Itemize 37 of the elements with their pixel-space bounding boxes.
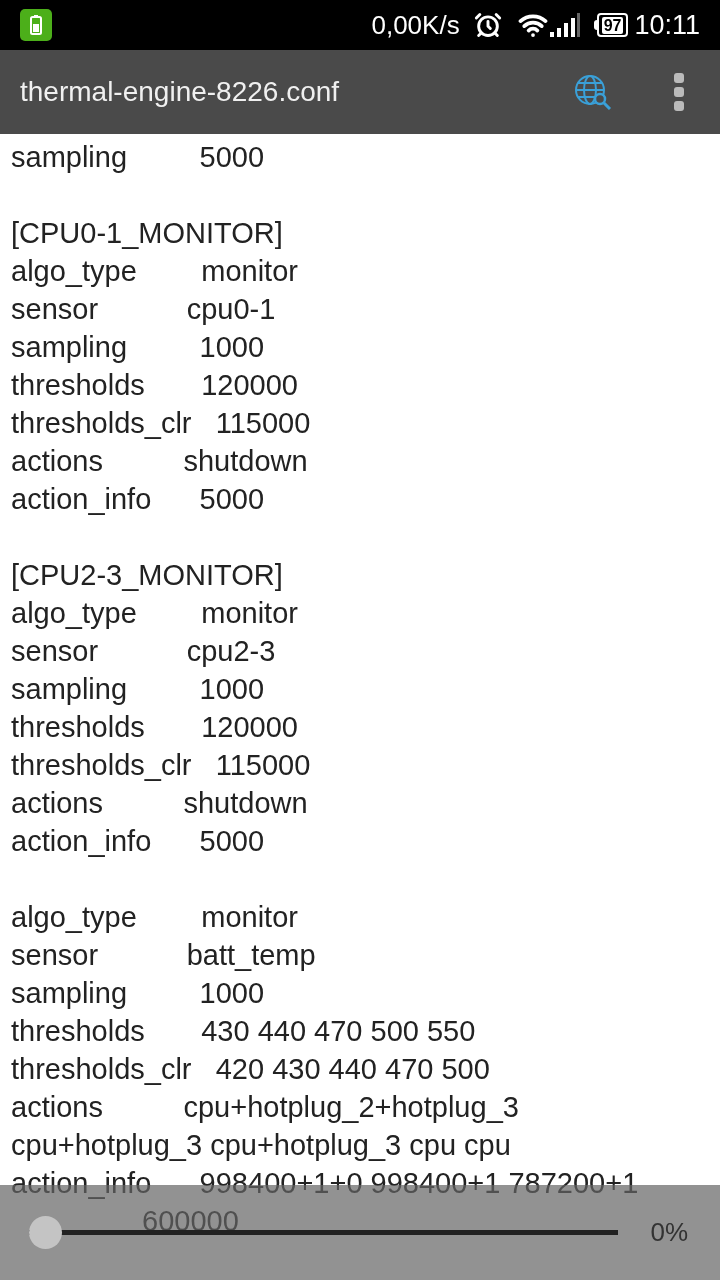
- clock-time: 10:11: [634, 8, 700, 42]
- text-line: actions shutdown: [11, 445, 308, 477]
- text-line: sensor cpu0-1: [11, 293, 276, 325]
- text-line: action_info 5000: [11, 483, 265, 515]
- text-line: thresholds 120000: [11, 369, 298, 401]
- battery-level: 97: [601, 16, 624, 34]
- text-line: action_info 998400+1+0 998400+1 787200+1: [11, 1167, 639, 1199]
- text-line: algo_type monitor: [11, 901, 298, 933]
- text-line: thresholds 430 440 470 500 550: [11, 1015, 476, 1047]
- text-line: cpu+hotplug_3 cpu+hotplug_3 cpu cpu: [11, 1129, 511, 1161]
- text-line: algo_type monitor: [11, 597, 298, 629]
- signal-icon: [549, 13, 580, 37]
- text-line: sensor batt_temp: [11, 939, 316, 971]
- text-line: thresholds_clr 115000: [11, 749, 311, 781]
- globe-search-icon[interactable]: [574, 74, 612, 110]
- text-line: sensor cpu2-3: [11, 635, 276, 667]
- text-line: [CPU0-1_MONITOR]: [11, 217, 283, 249]
- window-title: thermal-engine-8226.conf: [20, 75, 341, 109]
- battery-app-icon[interactable]: [20, 9, 52, 41]
- text-line: 600000: [142, 1205, 239, 1237]
- text-line: sampling 1000: [11, 673, 265, 705]
- slider-thumb[interactable]: [29, 1216, 62, 1249]
- slider-reading: 0%: [650, 1216, 688, 1249]
- text-line: action_info 5000: [11, 825, 265, 857]
- text-line: [CPU2-3_MONITOR]: [11, 559, 283, 591]
- network-speed: 0,00K/s: [371, 8, 460, 42]
- text-line: actions cpu+hotplug_2+hotplug_3: [11, 1091, 519, 1123]
- text-line: algo_type monitor: [11, 255, 298, 287]
- more-options-icon[interactable]: [674, 73, 684, 111]
- text-line: sampling 1000: [11, 331, 265, 363]
- text-line: thresholds_clr 115000: [11, 407, 311, 439]
- text-line: actions shutdown: [11, 787, 308, 819]
- text-line: sampling 5000: [11, 141, 265, 173]
- alarm-icon: [473, 11, 502, 39]
- text-line: thresholds_clr 420 430 440 470 500: [11, 1053, 490, 1085]
- text-line: sampling 1000: [11, 977, 265, 1009]
- text-line: thresholds 120000: [11, 711, 298, 743]
